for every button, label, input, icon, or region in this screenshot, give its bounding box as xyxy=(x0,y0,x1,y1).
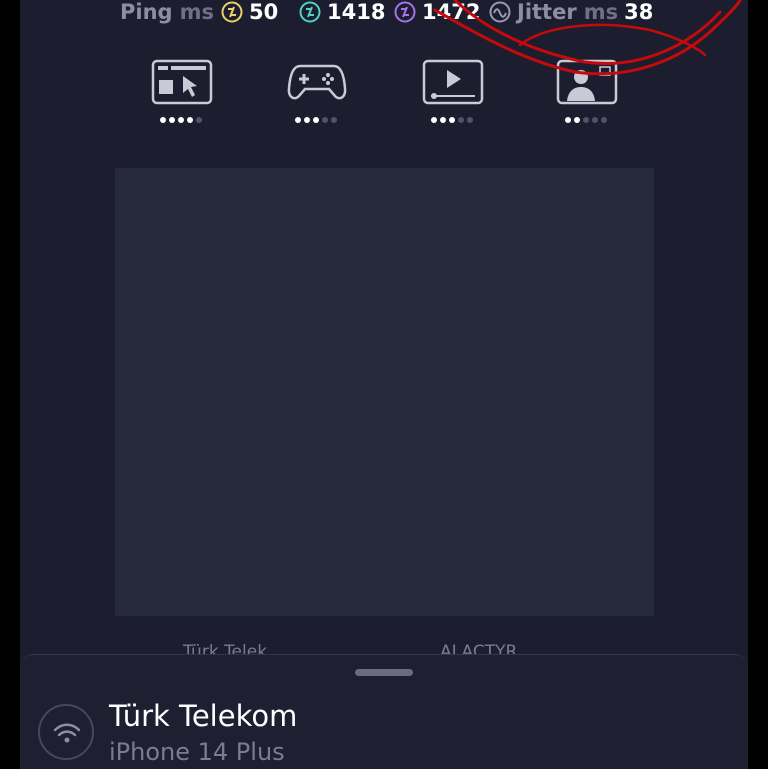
rating-dot xyxy=(440,117,446,123)
rating-dot xyxy=(583,117,589,123)
ping-unit: ms xyxy=(179,0,214,24)
rating-dot xyxy=(574,117,580,123)
video-streaming-quality[interactable] xyxy=(417,58,487,130)
rating-dot xyxy=(449,117,455,123)
wifi-icon xyxy=(38,704,94,760)
upload-icon xyxy=(394,1,416,23)
jitter-icon xyxy=(489,1,511,23)
jitter-value: 38 xyxy=(624,0,654,24)
web-browsing-quality[interactable] xyxy=(146,58,216,130)
rating-dot xyxy=(431,117,437,123)
rating-dot xyxy=(592,117,598,123)
rating-dot xyxy=(196,117,202,123)
rating-dot xyxy=(565,117,571,123)
speed-graph-area xyxy=(115,168,654,616)
sheet-drag-handle[interactable] xyxy=(355,669,413,676)
rating-dot xyxy=(601,117,607,123)
rating-dot xyxy=(295,117,301,123)
jitter-label: Jitter xyxy=(517,0,577,24)
rating-dot xyxy=(313,117,319,123)
speedtest-screen: Ping ms 50 1418 1472 Jitter ms 38 Türk T… xyxy=(20,0,748,769)
gaming-controller-icon xyxy=(287,64,347,100)
gaming-quality[interactable] xyxy=(281,58,351,130)
download-stat: 1418 xyxy=(299,0,385,24)
video-streaming-rating xyxy=(417,117,487,123)
rating-dot xyxy=(169,117,175,123)
quality-row xyxy=(20,58,748,130)
rating-dot xyxy=(187,117,193,123)
ping-value: 50 xyxy=(248,0,279,24)
upload-value: 1472 xyxy=(422,0,481,24)
rating-dot xyxy=(322,117,328,123)
gaming-rating xyxy=(281,117,351,123)
download-icon xyxy=(299,1,321,23)
jitter-stat: Jitter ms 38 xyxy=(489,0,653,24)
jitter-unit: ms xyxy=(583,0,619,24)
ping-icon xyxy=(221,1,243,23)
rating-dot xyxy=(467,117,473,123)
video-call-quality[interactable] xyxy=(551,58,621,130)
connection-sheet[interactable]: Türk Telekom iPhone 14 Plus xyxy=(20,654,748,769)
ping-label: Ping xyxy=(120,0,173,24)
download-value: 1418 xyxy=(327,0,386,24)
rating-dot xyxy=(331,117,337,123)
web-browsing-rating xyxy=(146,117,216,123)
device-name: iPhone 14 Plus xyxy=(109,738,285,766)
isp-name: Türk Telekom xyxy=(109,699,298,733)
upload-stat: 1472 xyxy=(394,0,480,24)
video-streaming-icon xyxy=(422,59,484,105)
rating-dot xyxy=(160,117,166,123)
web-browsing-icon xyxy=(151,59,213,105)
ping-stat: Ping ms 50 xyxy=(120,0,278,24)
rating-dot xyxy=(178,117,184,123)
video-call-icon xyxy=(556,59,618,105)
rating-dot xyxy=(304,117,310,123)
stats-row: Ping ms 50 1418 1472 Jitter ms 38 xyxy=(20,0,748,28)
rating-dot xyxy=(458,117,464,123)
video-call-rating xyxy=(551,117,621,123)
